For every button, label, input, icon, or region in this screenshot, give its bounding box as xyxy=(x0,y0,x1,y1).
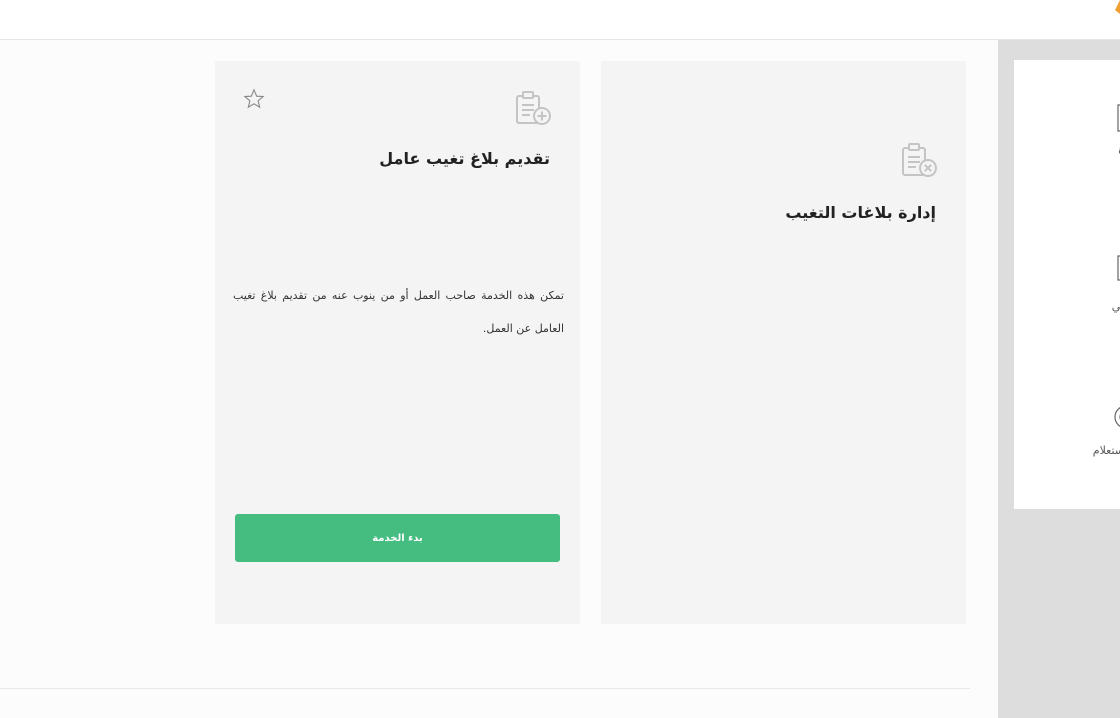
sidebar-panel: ة تي ستعلام xyxy=(1014,60,1120,509)
search-fingerprint-icon xyxy=(1114,407,1120,427)
clipboard-remove-icon xyxy=(902,143,937,177)
brand-logo-icon[interactable] xyxy=(1112,0,1120,14)
card-title: تقديم بلاغ تغيب عامل xyxy=(379,149,550,168)
service-card-manage-absence[interactable]: إدارة بلاغات التغيب xyxy=(601,61,966,624)
top-bar xyxy=(0,0,1120,40)
start-service-button[interactable]: بدء الخدمة xyxy=(235,514,560,562)
footer-divider xyxy=(0,688,970,689)
calendar-icon xyxy=(1117,255,1120,281)
sidebar-item-inquiry[interactable]: ستعلام xyxy=(1014,400,1120,470)
sidebar-item-document[interactable]: ة xyxy=(1014,100,1120,170)
sidebar-item-calendar[interactable]: تي xyxy=(1014,250,1120,320)
card-description: تمكن هذه الخدمة صاحب العمل أو من ينوب عن… xyxy=(233,289,564,335)
document-icon xyxy=(1117,104,1120,132)
service-card-submit-absence: تقديم بلاغ تغيب عامل تمكن هذه الخدمة صاح… xyxy=(215,61,580,624)
clipboard-add-icon xyxy=(516,91,551,125)
star-outline-icon[interactable] xyxy=(243,88,265,110)
card-title: إدارة بلاغات التغيب xyxy=(785,203,936,222)
sidebar: ة تي ستعلام xyxy=(998,40,1120,718)
sidebar-item-label: تي xyxy=(1111,300,1120,313)
sidebar-item-label: ستعلام xyxy=(1092,444,1120,457)
